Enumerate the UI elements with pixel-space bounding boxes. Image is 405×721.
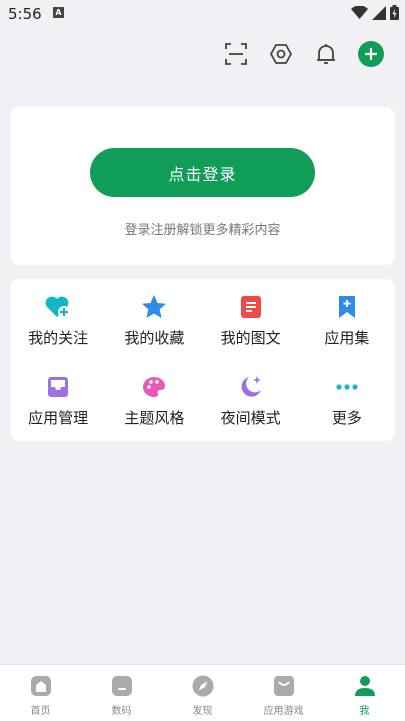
menu-item-theme[interactable]: 主题风格 bbox=[106, 359, 202, 439]
compass-icon bbox=[191, 674, 215, 698]
login-card: 点击登录 登录注册解锁更多精彩内容 bbox=[10, 107, 395, 265]
header-actions bbox=[205, 40, 385, 68]
menu-grid: 我的关注 我的收藏 我的图文 应用集 应用管理 主题风格 夜间模式 更多 bbox=[10, 279, 395, 439]
more-icon bbox=[334, 374, 360, 400]
moon-icon bbox=[238, 374, 264, 400]
menu-card: 我的关注 我的收藏 我的图文 应用集 应用管理 主题风格 夜间模式 更多 bbox=[10, 279, 395, 441]
status-time: 5:56 bbox=[8, 5, 42, 23]
menu-label: 主题风格 bbox=[124, 409, 185, 427]
add-icon bbox=[358, 41, 384, 67]
menu-label: 夜间模式 bbox=[220, 409, 281, 427]
notifications-button[interactable] bbox=[312, 40, 340, 68]
settings-button[interactable] bbox=[267, 40, 295, 68]
battery-icon bbox=[390, 5, 399, 20]
menu-label: 我的收藏 bbox=[124, 329, 185, 347]
heart-plus-icon bbox=[45, 294, 71, 320]
person-icon bbox=[353, 674, 377, 698]
scan-button[interactable] bbox=[222, 40, 250, 68]
menu-item-posts[interactable]: 我的图文 bbox=[203, 279, 299, 359]
bag-icon bbox=[272, 674, 296, 698]
status-bar: 5:56 A bbox=[0, 0, 405, 28]
wifi-icon bbox=[351, 5, 368, 19]
menu-label: 应用管理 bbox=[28, 409, 89, 427]
bookmark-plus-icon bbox=[334, 294, 360, 320]
nav-item-me[interactable]: 我 bbox=[324, 665, 405, 721]
menu-label: 我的关注 bbox=[28, 329, 89, 347]
star-icon bbox=[141, 294, 167, 320]
notification-a-icon: A bbox=[53, 7, 64, 18]
palette-icon bbox=[141, 374, 167, 400]
menu-item-app-manager[interactable]: 应用管理 bbox=[10, 359, 106, 439]
bottom-nav: 首页 数码 发现 应用游戏 我 bbox=[0, 664, 405, 721]
menu-label: 更多 bbox=[331, 409, 362, 427]
nav-item-discover[interactable]: 发现 bbox=[162, 665, 243, 721]
home-icon bbox=[29, 674, 53, 698]
signal-icon bbox=[372, 5, 386, 20]
menu-label: 应用集 bbox=[324, 329, 370, 347]
settings-icon bbox=[270, 44, 292, 64]
inbox-icon bbox=[45, 374, 71, 400]
nav-label: 发现 bbox=[192, 706, 213, 717]
menu-item-night-mode[interactable]: 夜间模式 bbox=[203, 359, 299, 439]
nav-label: 我 bbox=[359, 706, 370, 717]
nav-label: 首页 bbox=[30, 706, 51, 717]
scan-icon bbox=[225, 43, 247, 65]
menu-item-following[interactable]: 我的关注 bbox=[10, 279, 106, 359]
nav-item-home[interactable]: 首页 bbox=[0, 665, 81, 721]
add-button[interactable] bbox=[357, 40, 385, 68]
menu-item-collections[interactable]: 应用集 bbox=[299, 279, 395, 359]
menu-label: 我的图文 bbox=[220, 329, 281, 347]
nav-label: 应用游戏 bbox=[263, 706, 304, 717]
login-button[interactable]: 点击登录 bbox=[90, 148, 315, 197]
phone-icon bbox=[110, 674, 134, 698]
menu-item-favorites[interactable]: 我的收藏 bbox=[106, 279, 202, 359]
menu-item-more[interactable]: 更多 bbox=[299, 359, 395, 439]
document-icon bbox=[238, 294, 264, 320]
nav-label: 数码 bbox=[111, 706, 132, 717]
nav-item-apps-games[interactable]: 应用游戏 bbox=[243, 665, 324, 721]
status-indicators bbox=[351, 5, 399, 20]
bell-icon bbox=[317, 44, 335, 64]
nav-item-digital[interactable]: 数码 bbox=[81, 665, 162, 721]
login-hint: 登录注册解锁更多精彩内容 bbox=[124, 223, 281, 238]
